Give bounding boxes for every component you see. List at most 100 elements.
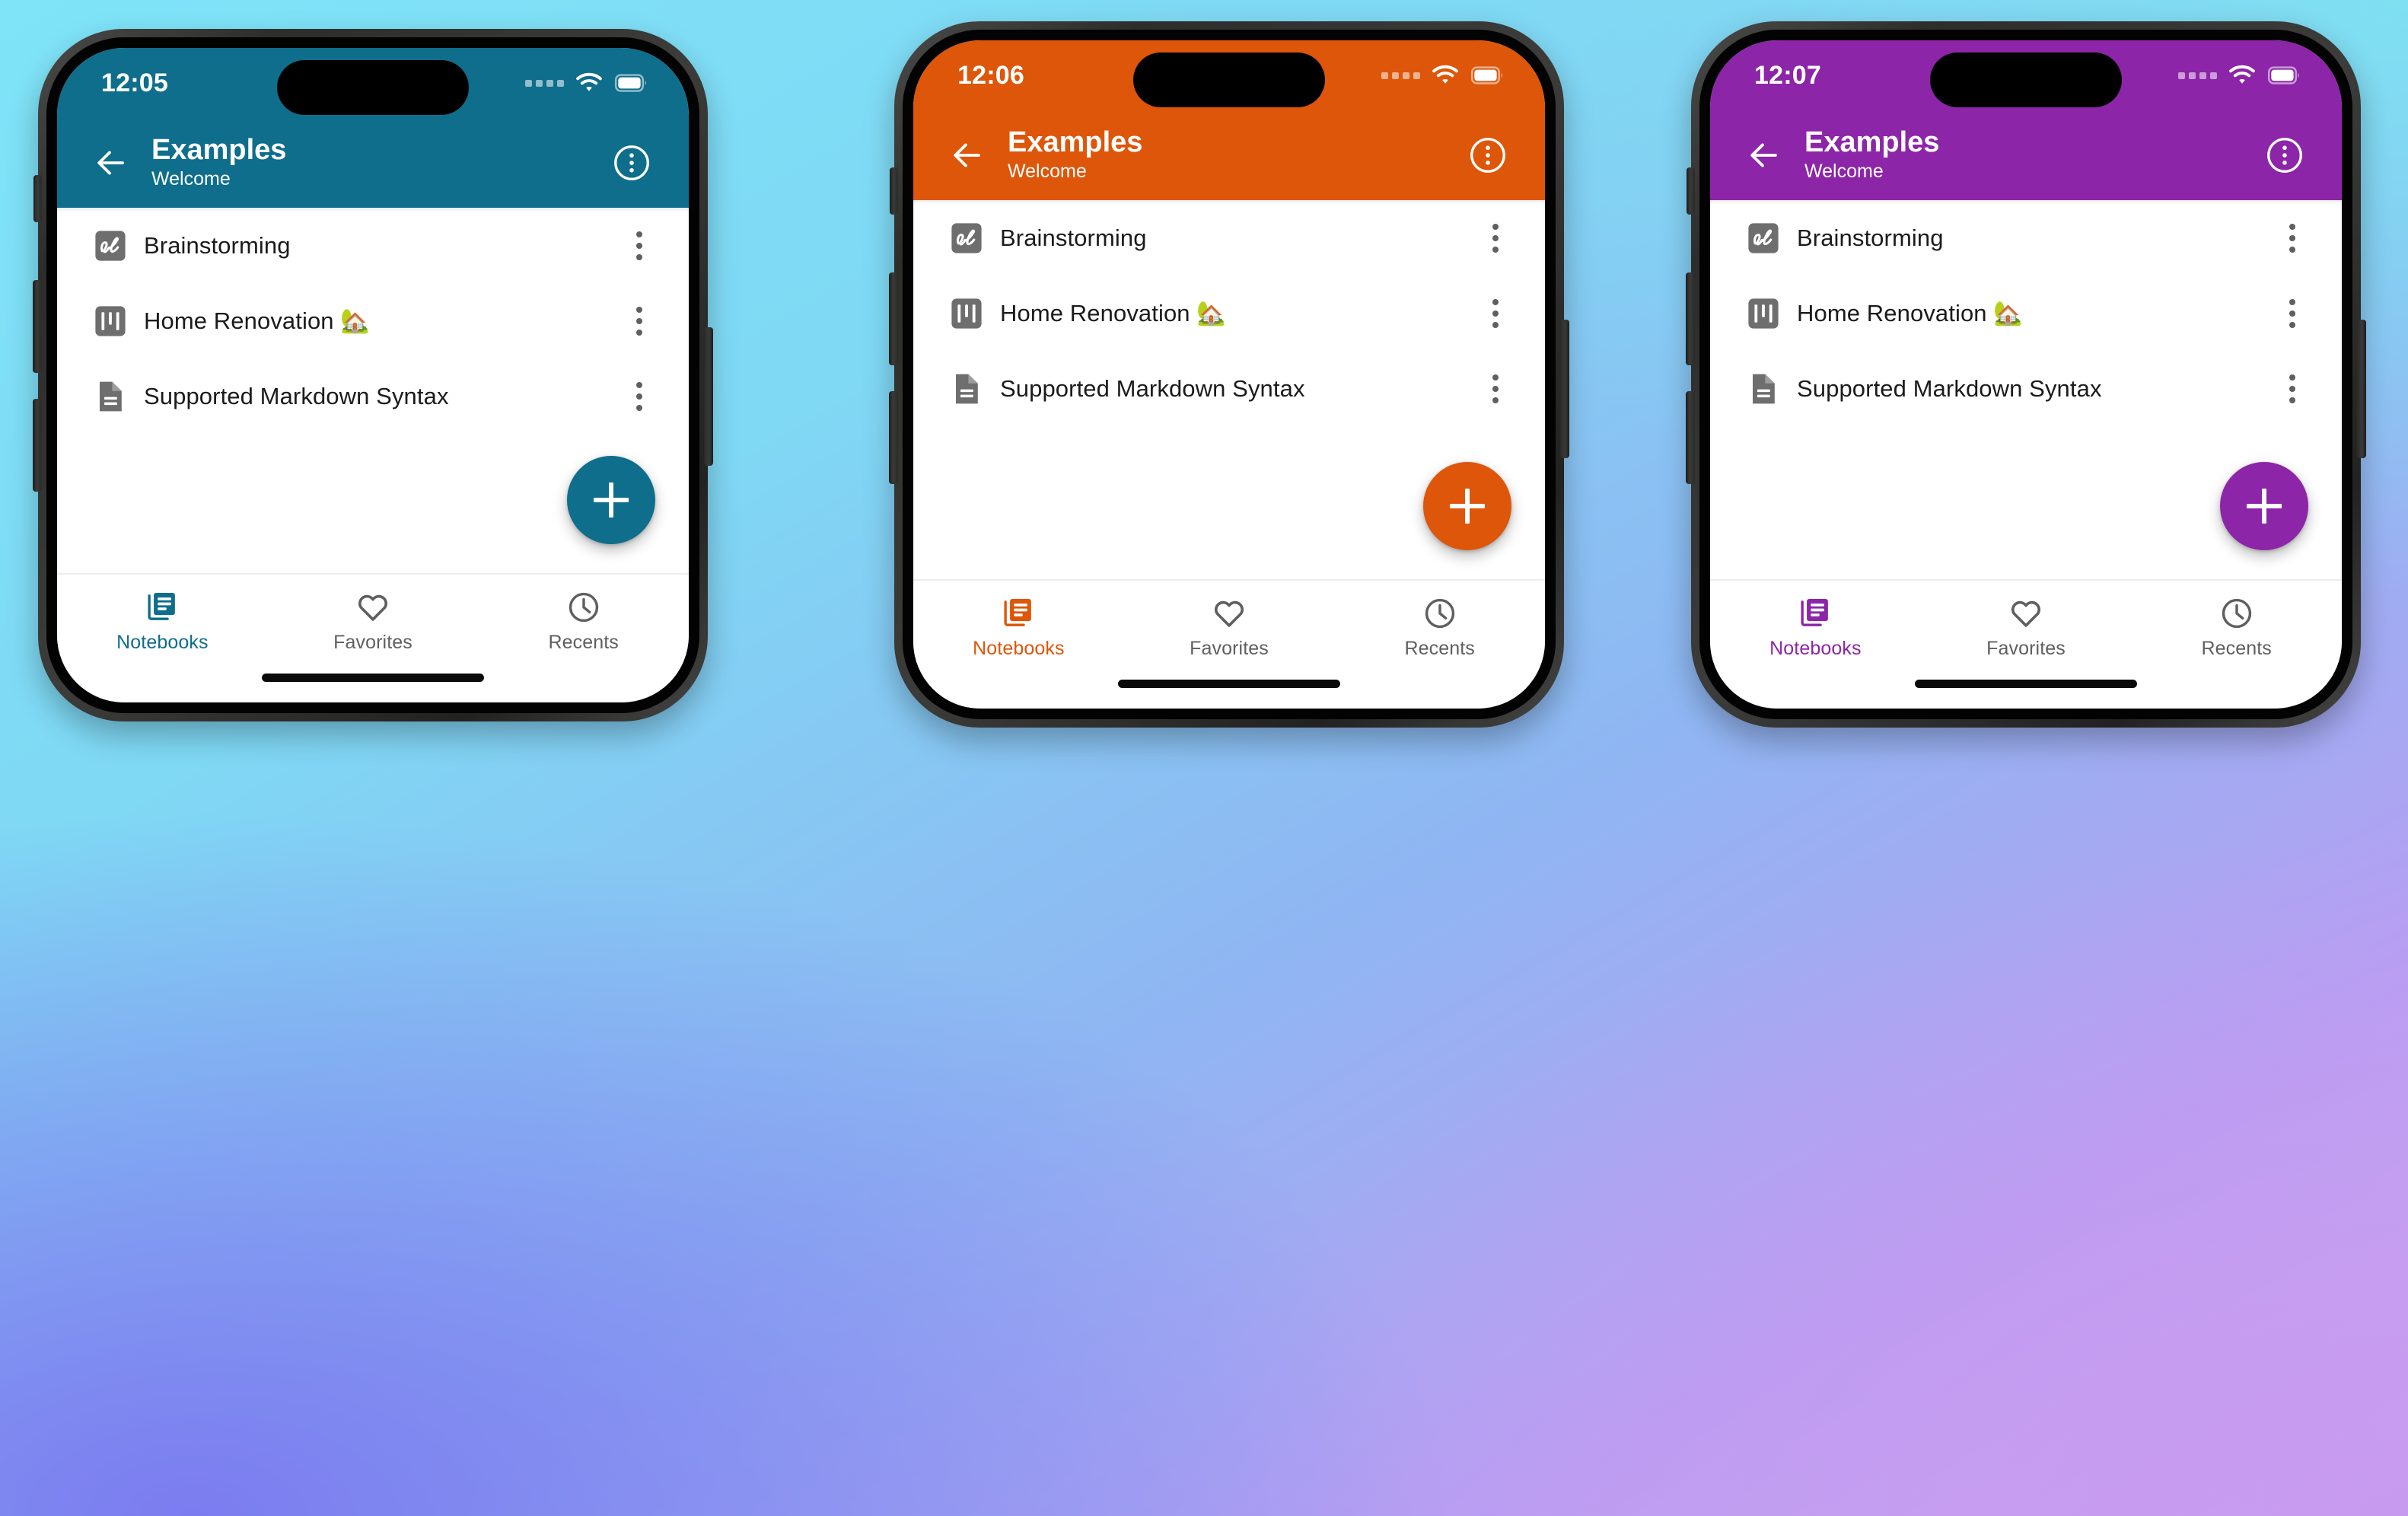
bottom-nav-label: Notebooks: [1769, 638, 1862, 659]
bottom-nav-item-recents[interactable]: Recents: [1334, 581, 1545, 675]
title-bar: Examples Welcome: [1710, 110, 2342, 200]
more-vertical-circle-icon[interactable]: [1464, 132, 1511, 179]
page-subtitle: Welcome: [1008, 160, 1087, 182]
mute-switch-button[interactable]: [33, 175, 42, 222]
phone-screen: 12:07 Examples Welcome Brainstorming Hom…: [1710, 40, 2342, 709]
more-vertical-icon[interactable]: [1472, 298, 1519, 328]
clock-icon: [1422, 596, 1457, 631]
arrow-left-icon[interactable]: [86, 139, 135, 187]
notebook-list-item[interactable]: Home Renovation 🏡: [913, 275, 1545, 351]
title-bar: Examples Welcome: [913, 110, 1545, 200]
status-bar-clock: 12:05: [101, 68, 168, 97]
home-indicator[interactable]: [262, 674, 484, 682]
heart-icon: [1212, 596, 1247, 631]
whiteboard-icon: [936, 220, 997, 256]
bottom-nav-label: Favorites: [1190, 638, 1269, 659]
status-bar-clock: 12:07: [1754, 60, 1821, 90]
more-vertical-circle-icon[interactable]: [608, 139, 655, 186]
mute-switch-button[interactable]: [890, 167, 898, 215]
more-vertical-circle-icon[interactable]: [2261, 132, 2308, 179]
notebook-list-item[interactable]: Home Renovation 🏡: [57, 283, 689, 358]
phone-screen: 12:05 Examples Welcome Brainstorming Hom…: [57, 48, 689, 702]
clock-icon: [2219, 596, 2254, 631]
add-notebook-fab[interactable]: [2220, 462, 2308, 550]
notebook-list-item[interactable]: Brainstorming: [1710, 200, 2342, 275]
notebook-list-item[interactable]: Supported Markdown Syntax: [1710, 351, 2342, 426]
power-button[interactable]: [1560, 320, 1569, 458]
status-bar: 12:06: [913, 40, 1545, 110]
page-title: Examples: [151, 133, 287, 166]
dynamic-island: [1133, 53, 1325, 107]
bottom-nav-item-favorites[interactable]: Favorites: [1921, 581, 2132, 675]
more-vertical-icon[interactable]: [2269, 223, 2316, 253]
cellular-signal-icon: [1381, 72, 1420, 79]
more-vertical-icon[interactable]: [616, 381, 663, 411]
page-title: Examples: [1804, 126, 1940, 158]
home-indicator[interactable]: [1118, 680, 1340, 688]
document-icon: [1733, 371, 1794, 407]
more-vertical-icon[interactable]: [616, 306, 663, 336]
mute-switch-button[interactable]: [1687, 167, 1695, 215]
arrow-left-icon[interactable]: [1739, 131, 1788, 180]
notebook-list-item[interactable]: Supported Markdown Syntax: [57, 358, 689, 434]
notebook-list-item[interactable]: Brainstorming: [57, 208, 689, 283]
add-notebook-fab[interactable]: [567, 456, 655, 544]
document-icon: [80, 378, 141, 415]
bottom-nav-item-recents[interactable]: Recents: [478, 575, 689, 669]
wifi-icon: [1431, 61, 1460, 90]
notebook-list-item[interactable]: Brainstorming: [913, 200, 1545, 275]
more-vertical-icon[interactable]: [2269, 298, 2316, 328]
phone-purple: 12:07 Examples Welcome Brainstorming Hom…: [1686, 21, 2366, 728]
bottom-nav-label: Notebooks: [116, 632, 209, 653]
more-vertical-icon[interactable]: [2269, 374, 2316, 403]
page-subtitle: Welcome: [1804, 160, 1884, 182]
clock-icon: [566, 590, 601, 625]
home-indicator-area: [913, 675, 1545, 709]
bottom-navigation: Notebooks Favorites Recents: [1710, 579, 2342, 675]
power-button[interactable]: [704, 327, 713, 466]
notebook-list-item[interactable]: Home Renovation 🏡: [1710, 275, 2342, 351]
notebook-item-label: Home Renovation 🏡: [1797, 300, 2024, 326]
home-indicator-area: [1710, 675, 2342, 709]
add-notebook-fab[interactable]: [1423, 462, 1511, 550]
phone-orange: 12:06 Examples Welcome Brainstorming Hom…: [889, 21, 1569, 728]
bottom-nav-item-notebooks[interactable]: Notebooks: [1710, 581, 1921, 675]
more-vertical-icon[interactable]: [616, 231, 663, 260]
notebook-list: Brainstorming Home Renovation 🏡 Supporte…: [57, 208, 689, 573]
notebook-item-label: Brainstorming: [1797, 224, 1944, 251]
cellular-signal-icon: [2178, 72, 2217, 79]
volume-down-button[interactable]: [33, 399, 42, 492]
notebook-item-label: Supported Markdown Syntax: [1000, 374, 1305, 402]
bottom-nav-item-recents[interactable]: Recents: [2131, 581, 2342, 675]
power-button[interactable]: [2357, 320, 2366, 458]
cellular-signal-icon: [525, 79, 564, 87]
bottom-nav-item-notebooks[interactable]: Notebooks: [57, 575, 268, 669]
more-vertical-icon[interactable]: [1472, 374, 1519, 403]
volume-up-button[interactable]: [889, 272, 898, 365]
whiteboard-icon: [80, 228, 141, 264]
page-title: Examples: [1008, 126, 1143, 158]
bottom-nav-item-favorites[interactable]: Favorites: [1124, 581, 1335, 675]
app-bar: 12:06 Examples Welcome: [913, 40, 1545, 200]
bottom-nav-item-favorites[interactable]: Favorites: [268, 575, 479, 669]
page-subtitle: Welcome: [151, 167, 231, 190]
volume-down-button[interactable]: [1686, 391, 1695, 484]
battery-full-icon: [1470, 59, 1504, 92]
volume-up-button[interactable]: [33, 280, 42, 373]
bottom-nav-item-notebooks[interactable]: Notebooks: [913, 581, 1124, 675]
volume-down-button[interactable]: [889, 391, 898, 484]
notebook-list: Brainstorming Home Renovation 🏡 Supporte…: [1710, 200, 2342, 579]
kanban-board-icon: [80, 303, 141, 339]
notebook-item-label: Supported Markdown Syntax: [144, 382, 449, 409]
home-indicator[interactable]: [1915, 680, 2137, 688]
volume-up-button[interactable]: [1686, 272, 1695, 365]
more-vertical-icon[interactable]: [1472, 223, 1519, 253]
notebook-item-label: Supported Markdown Syntax: [1797, 374, 2102, 402]
bottom-nav-label: Recents: [1404, 638, 1475, 659]
notebook-item-label: Home Renovation 🏡: [144, 307, 371, 334]
wifi-icon: [2228, 61, 2257, 90]
arrow-left-icon[interactable]: [942, 131, 991, 180]
notebook-list: Brainstorming Home Renovation 🏡 Supporte…: [913, 200, 1545, 579]
battery-full-icon: [2267, 59, 2301, 92]
notebook-list-item[interactable]: Supported Markdown Syntax: [913, 351, 1545, 426]
